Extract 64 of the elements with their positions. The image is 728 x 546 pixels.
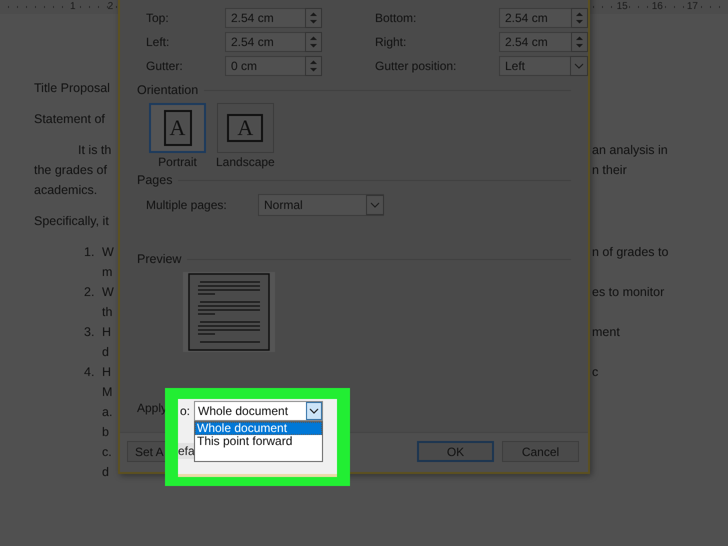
dropdown[interactable]: Normal bbox=[258, 194, 384, 216]
document-text: Title Proposal bbox=[34, 80, 110, 97]
spinner-icon[interactable] bbox=[305, 32, 322, 52]
spinner-icon[interactable] bbox=[571, 32, 588, 52]
dropdown-option[interactable]: Whole document bbox=[195, 422, 322, 435]
section-heading: Preview bbox=[137, 252, 182, 266]
orientation-label: Portrait bbox=[158, 155, 197, 169]
document-text: n their bbox=[592, 163, 627, 177]
document-text: W bbox=[102, 244, 114, 261]
orientation-label: Landscape bbox=[216, 155, 275, 169]
ok-button[interactable]: OK bbox=[417, 441, 494, 462]
document-text: es to monitor bbox=[592, 285, 664, 299]
number-field[interactable]: 2.54 cm bbox=[499, 8, 588, 28]
caret-icon[interactable] bbox=[306, 402, 322, 420]
document-text: H bbox=[102, 364, 112, 381]
list-number: 1. bbox=[84, 244, 96, 261]
document-text: M bbox=[102, 384, 112, 401]
spinner-icon[interactable] bbox=[571, 8, 588, 28]
apply-to-dropdown[interactable]: Whole document bbox=[194, 401, 323, 421]
list-number: 4. bbox=[84, 364, 96, 381]
document-text: d bbox=[102, 344, 109, 361]
number-field[interactable]: 2.54 cm bbox=[225, 32, 322, 52]
document-text: an analysis in bbox=[592, 143, 668, 157]
field-label: Multiple pages: bbox=[146, 198, 228, 212]
document-text: Statement of bbox=[34, 111, 105, 128]
document-text: W bbox=[102, 284, 114, 301]
dropdown[interactable]: Left bbox=[499, 56, 588, 76]
set-default-button[interactable]: efa bbox=[178, 443, 194, 459]
field-label: Bottom: bbox=[374, 11, 418, 25]
section-heading: Orientation bbox=[137, 83, 198, 97]
field-label: Left: bbox=[146, 35, 170, 49]
number-field[interactable]: 2.54 cm bbox=[225, 8, 322, 28]
document-text: n of grades to bbox=[592, 245, 668, 259]
document-text: b bbox=[102, 424, 109, 441]
section-heading: Pages bbox=[137, 173, 172, 187]
document-text: academics. bbox=[34, 182, 98, 199]
number-field[interactable]: 2.54 cm bbox=[499, 32, 588, 52]
field-label: Gutter: bbox=[146, 59, 184, 73]
orientation-button[interactable]: A bbox=[216, 103, 274, 153]
document-text: m bbox=[102, 264, 112, 281]
field-label: Right: bbox=[374, 35, 408, 49]
document-text: It is th bbox=[78, 142, 112, 159]
spinner-icon[interactable] bbox=[305, 8, 322, 28]
spinner-icon[interactable] bbox=[305, 56, 322, 76]
document-text: a. bbox=[102, 404, 112, 421]
orientation-button[interactable]: A bbox=[149, 103, 206, 153]
document-text: the grades of bbox=[34, 162, 107, 179]
document-text: c. bbox=[102, 444, 112, 461]
document-text: Specifically, it bbox=[34, 213, 109, 230]
list-number: 3. bbox=[84, 324, 96, 341]
caret-icon bbox=[366, 195, 384, 215]
document-text: c bbox=[592, 365, 598, 379]
cancel-button[interactable]: Cancel bbox=[502, 441, 579, 462]
dropdown-option[interactable]: This point forward bbox=[195, 435, 322, 448]
document-text: th bbox=[102, 304, 112, 321]
document-text: d bbox=[102, 464, 109, 481]
field-label: Gutter position: bbox=[374, 59, 458, 73]
field-label: o: bbox=[179, 404, 192, 418]
document-text: ment bbox=[592, 325, 620, 339]
list-number: 2. bbox=[84, 284, 96, 301]
field-label: Top: bbox=[146, 11, 170, 25]
number-field[interactable]: 0 cm bbox=[225, 56, 322, 76]
field-label: Apply bbox=[137, 401, 168, 415]
document-text: H bbox=[102, 324, 112, 341]
